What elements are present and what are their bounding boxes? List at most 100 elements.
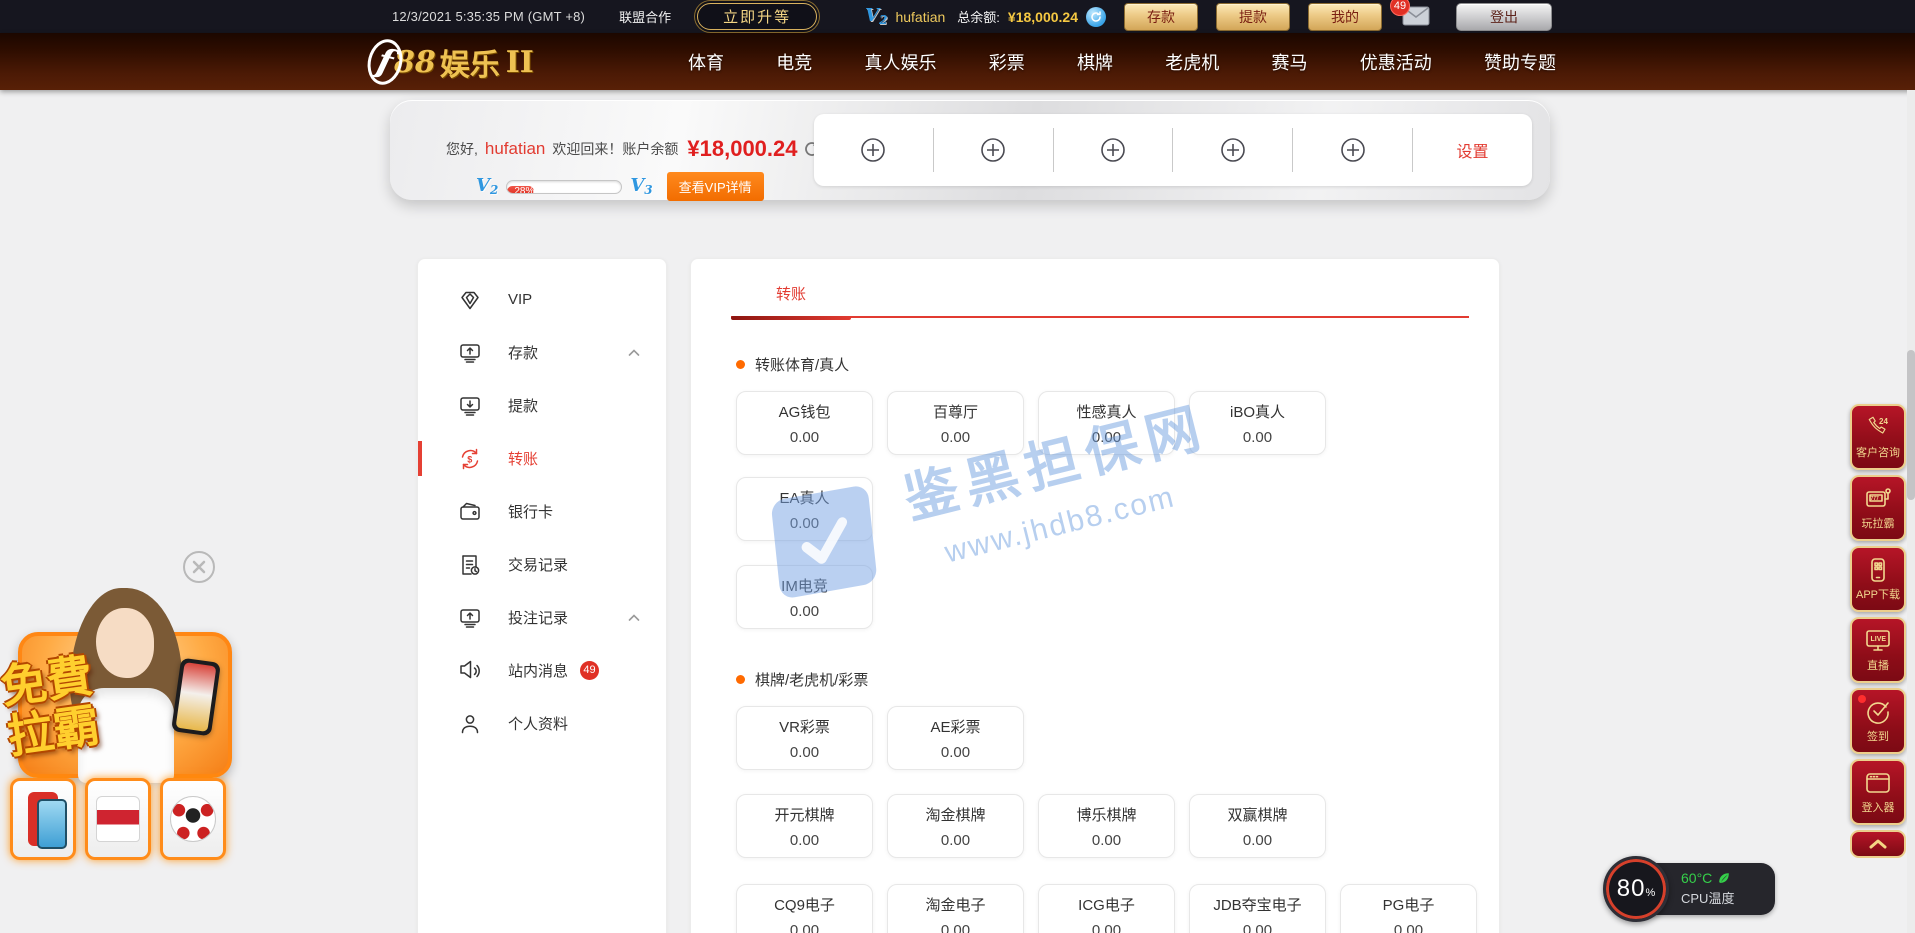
mine-button[interactable]: 我的 (1308, 3, 1382, 31)
play-slots-button[interactable]: 777 玩拉霸 (1850, 475, 1906, 541)
chevron-up-icon[interactable] (628, 349, 640, 357)
refresh-balance-icon[interactable] (1086, 7, 1106, 27)
card-row: EA真人0.00 (736, 477, 1499, 541)
wallet-card[interactable]: 开元棋牌0.00 (736, 794, 873, 858)
add-action-button[interactable] (814, 114, 933, 186)
deposit-icon (458, 341, 482, 365)
svg-text:24: 24 (1879, 417, 1888, 426)
nav-item-lottery[interactable]: 彩票 (989, 49, 1025, 75)
add-action-button[interactable] (1293, 114, 1412, 186)
nav-item-sponsorship[interactable]: 赞助专题 (1484, 49, 1556, 75)
sidebar-item-bank-card[interactable]: 银行卡 (418, 485, 666, 538)
sidebar-item-vip[interactable]: VIP (418, 273, 666, 326)
leaf-icon (1717, 871, 1731, 885)
check-circle-icon (1864, 699, 1892, 725)
bet-record-icon (458, 606, 482, 630)
promo-prizes (10, 778, 226, 860)
sidebar-item-profile[interactable]: 个人资料 (418, 697, 666, 750)
wallet-card[interactable]: PG电子0.00 (1340, 884, 1477, 933)
megaphone-icon (458, 659, 482, 683)
add-action-button[interactable] (934, 114, 1053, 186)
jersey-prize-image (96, 796, 140, 842)
nav-item-sports[interactable]: 体育 (688, 49, 724, 75)
login-tool-button[interactable]: 登入器 (1850, 759, 1906, 825)
customer-service-button[interactable]: 24 客户咨询 (1850, 404, 1906, 470)
wallet-card[interactable]: EA真人0.00 (736, 477, 873, 541)
nav-item-slots[interactable]: 老虎机 (1165, 49, 1219, 75)
prize-ball-tile[interactable] (160, 778, 226, 860)
svg-text:LIVE: LIVE (1871, 636, 1887, 643)
mail-icon[interactable]: 49 (1402, 5, 1432, 29)
deposit-button[interactable]: 存款 (1124, 3, 1198, 31)
upgrade-button[interactable]: 立即升等 (697, 3, 817, 30)
wallet-card[interactable]: 性感真人0.00 (1038, 391, 1175, 455)
smartphone-icon (1864, 557, 1892, 583)
logo-f-emblem: f (363, 36, 407, 89)
wallet-card[interactable]: IM电竞0.00 (736, 565, 873, 629)
scrollbar-thumb[interactable] (1907, 350, 1915, 500)
wallet-card[interactable]: iBO真人0.00 (1189, 391, 1326, 455)
wallet-card[interactable]: 双赢棋牌0.00 (1189, 794, 1326, 858)
vip-level-badge: V2 (865, 7, 887, 26)
wallet-card[interactable]: VR彩票0.00 (736, 706, 873, 770)
live-monitor-icon: LIVE (1864, 628, 1892, 654)
app-download-button[interactable]: APP下载 (1850, 546, 1906, 612)
wallet-card[interactable]: 淘金电子0.00 (887, 884, 1024, 933)
bank-card-icon (458, 500, 482, 524)
withdraw-button[interactable]: 提款 (1216, 3, 1290, 31)
vip-current-badge: V2 (476, 177, 498, 196)
nav-item-live-casino[interactable]: 真人娱乐 (865, 49, 937, 75)
slot-machine-icon: 777 (1864, 486, 1892, 512)
wallet-card[interactable]: JDB夺宝电子0.00 (1189, 884, 1326, 933)
card-row: AG钱包0.00 百尊厅0.00 性感真人0.00 iBO真人0.00 (736, 391, 1499, 455)
promo-headline: 免費 拉霸 (0, 650, 103, 762)
transfer-icon: $ (458, 447, 482, 471)
nav-item-esports[interactable]: 电竞 (776, 49, 812, 75)
sidebar-item-bet-records[interactable]: 投注记录 (418, 591, 666, 644)
notification-dot (1858, 695, 1866, 703)
sidebar-item-deposit[interactable]: 存款 (418, 326, 666, 379)
page-scrollbar[interactable] (1907, 90, 1915, 933)
free-slots-promo-banner[interactable]: 免費 拉霸 (0, 560, 245, 875)
wallet-card[interactable]: ICG电子0.00 (1038, 884, 1175, 933)
live-stream-button[interactable]: LIVE 直播 (1850, 617, 1906, 683)
soccer-ball-prize-image (170, 796, 216, 842)
vip-detail-button[interactable]: 查看VIP详情 (667, 172, 764, 201)
browser-window-icon (1864, 770, 1892, 796)
nav-item-board-games[interactable]: 棋牌 (1077, 49, 1113, 75)
close-promo-icon[interactable] (183, 551, 215, 583)
wallet-card[interactable]: 博乐棋牌0.00 (1038, 794, 1175, 858)
sidebar-item-transfer[interactable]: $ 转账 (418, 432, 666, 485)
site-logo[interactable]: f 88 娱乐 II (368, 37, 534, 87)
balance-value: ¥18,000.24 (1008, 9, 1078, 25)
active-indicator (418, 441, 422, 476)
chevron-up-icon[interactable] (628, 614, 640, 622)
add-action-button[interactable] (1054, 114, 1173, 186)
sidebar-item-transactions[interactable]: 交易记录 (418, 538, 666, 591)
wallet-card[interactable]: CQ9电子0.00 (736, 884, 873, 933)
section-title-sports-live: 转账体育/真人 (736, 354, 1499, 375)
wallet-card[interactable]: AG钱包0.00 (736, 391, 873, 455)
settings-button[interactable]: 设置 (1413, 138, 1532, 162)
tab-transfer[interactable]: 转账 (731, 277, 851, 316)
plus-circle-icon (1338, 135, 1368, 165)
sidebar-item-withdraw[interactable]: 提款 (418, 379, 666, 432)
prize-phone-tile[interactable] (10, 778, 76, 860)
add-action-button[interactable] (1173, 114, 1292, 186)
sidebar-item-messages[interactable]: 站内消息 49 (418, 644, 666, 697)
wallet-card[interactable]: 百尊厅0.00 (887, 391, 1024, 455)
card-row: VR彩票0.00 AE彩票0.00 (736, 706, 1499, 770)
alliance-link[interactable]: 联盟合作 (619, 7, 671, 26)
collapse-quickbar-icon[interactable] (1850, 830, 1906, 858)
check-in-button[interactable]: 签到 (1850, 688, 1906, 754)
wallet-card[interactable]: 淘金棋牌0.00 (887, 794, 1024, 858)
wallet-card[interactable]: AE彩票0.00 (887, 706, 1024, 770)
prize-jersey-tile[interactable] (85, 778, 151, 860)
svg-text:$: $ (467, 454, 472, 464)
logout-button[interactable]: 登出 (1456, 3, 1552, 31)
bullet-icon (736, 675, 745, 684)
nav-item-horse-racing[interactable]: 赛马 (1272, 49, 1308, 75)
bullet-icon (736, 360, 745, 369)
vip-next-badge: V3 (630, 177, 652, 196)
nav-item-promotions[interactable]: 优惠活动 (1360, 49, 1432, 75)
